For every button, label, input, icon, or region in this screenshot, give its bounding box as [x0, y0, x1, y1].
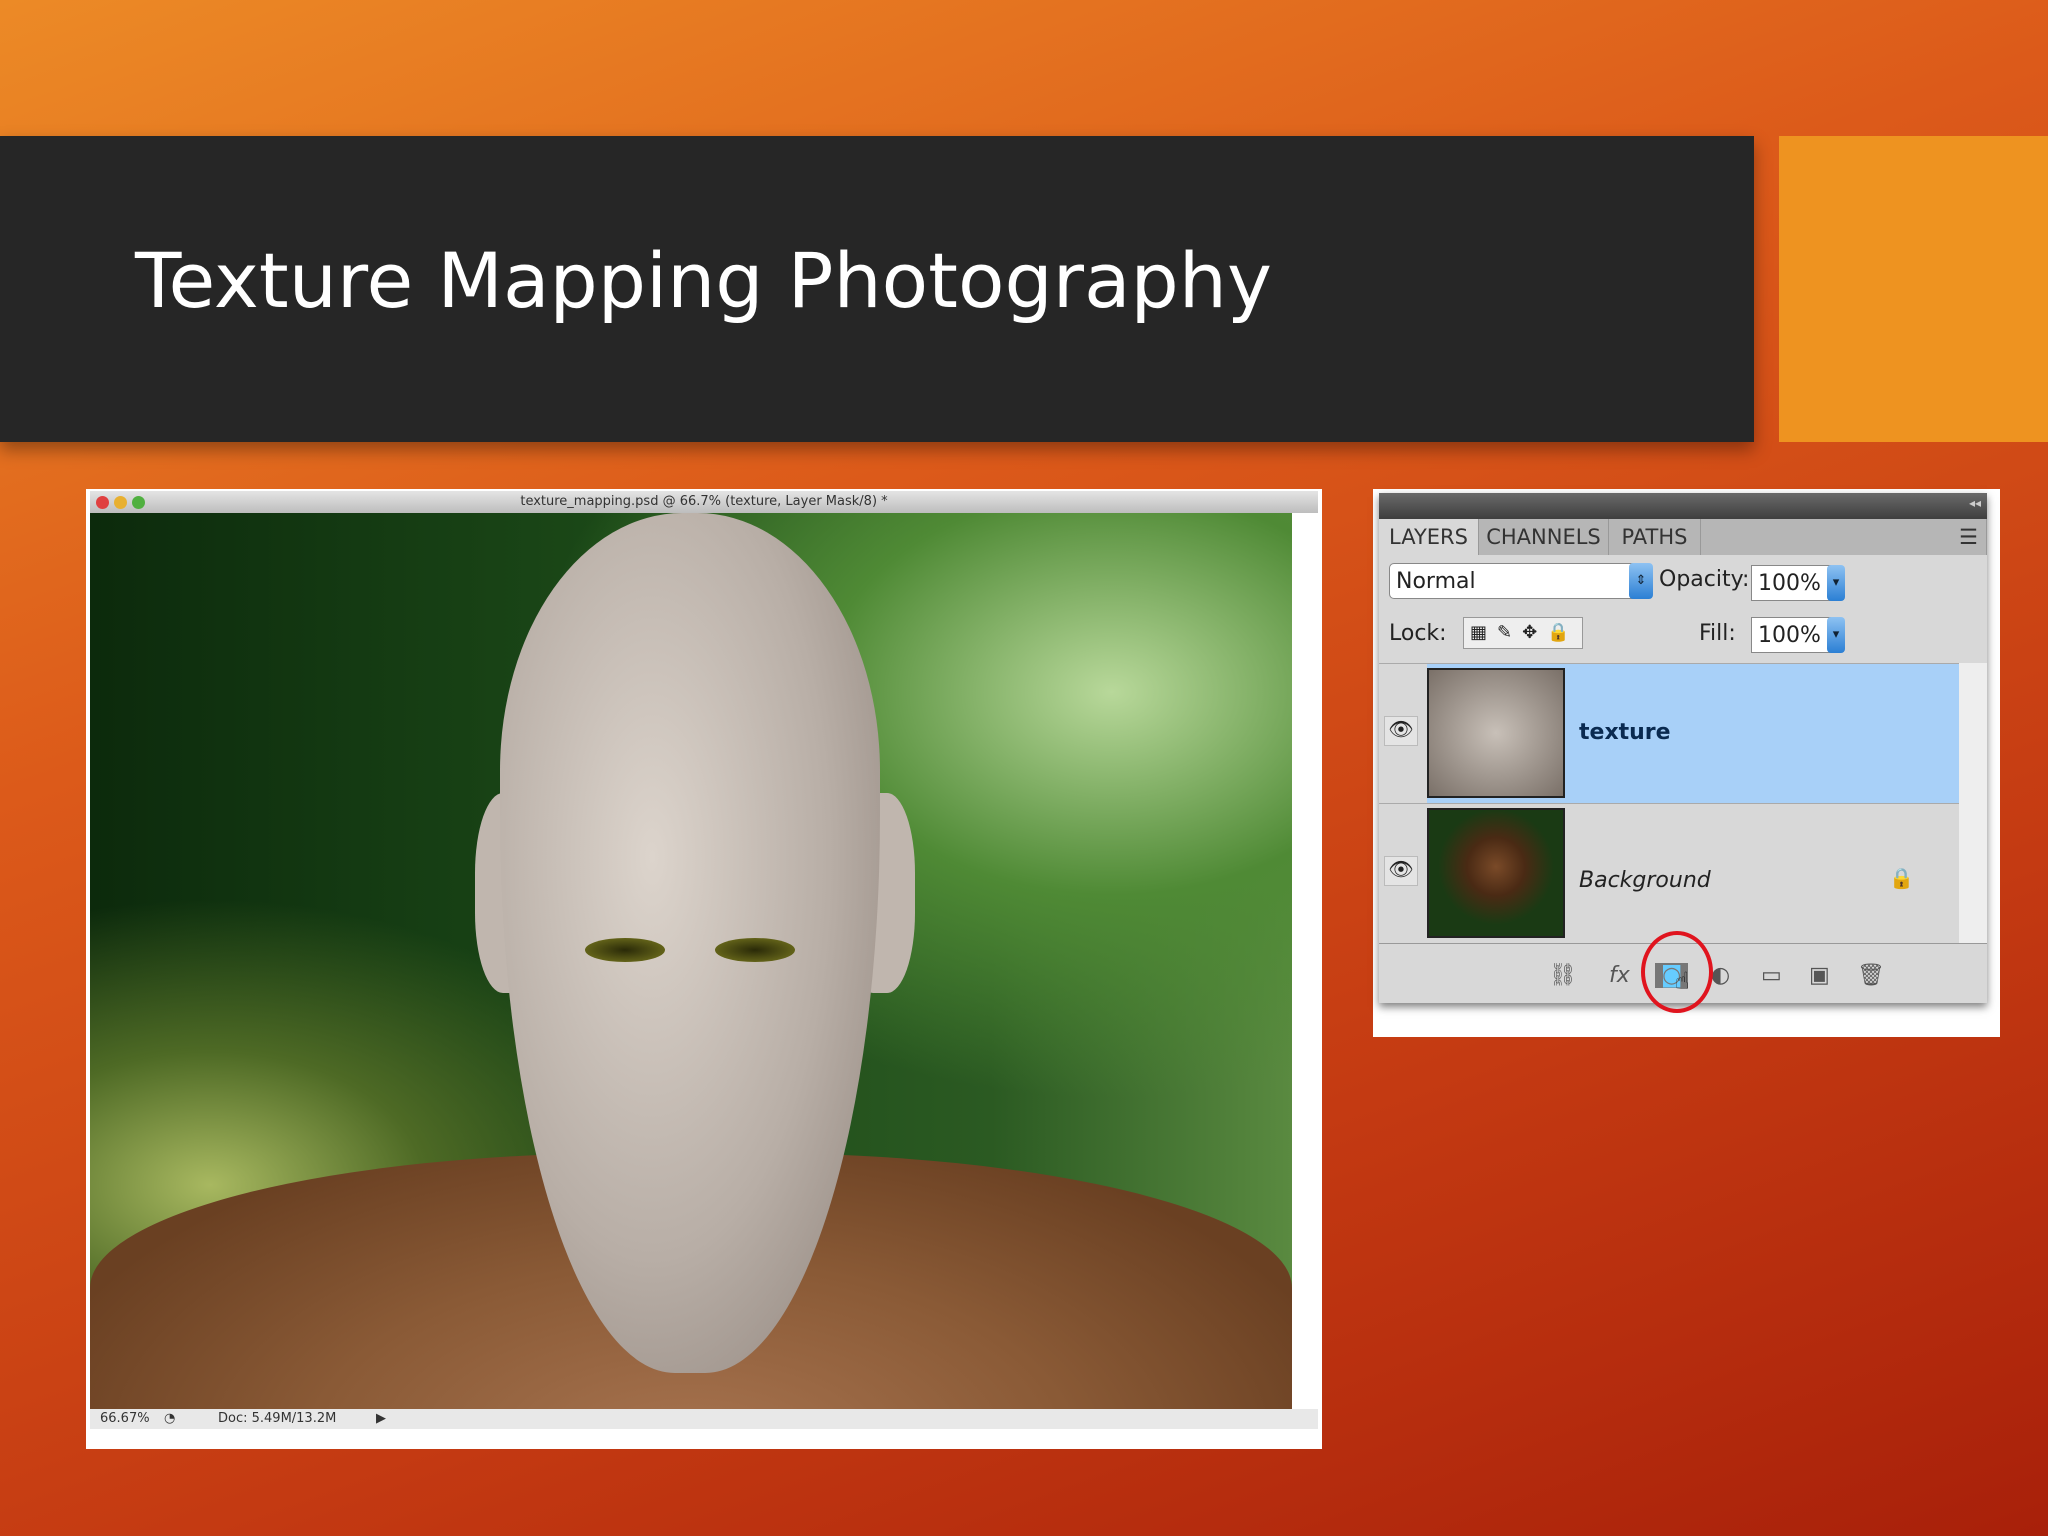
left-eye [585, 938, 665, 962]
tab-channels[interactable]: CHANNELS [1479, 519, 1609, 555]
scrollbar[interactable] [1959, 663, 1987, 943]
right-eye [715, 938, 795, 962]
opacity-field[interactable]: 100% [1751, 565, 1831, 601]
status-icon: ◔ [164, 1411, 176, 1426]
status-menu-arrow-icon[interactable]: ▶ [376, 1409, 386, 1429]
fill-arrow-icon[interactable]: ▾ [1827, 617, 1845, 653]
panel-menu-icon[interactable]: ☰ [1701, 519, 1987, 555]
texture-thumbnail [1427, 668, 1565, 798]
minimize-button[interactable] [114, 496, 127, 509]
layers-panel: ◂◂ LAYERS CHANNELS PATHS ☰ Normal ⇕ Opac… [1373, 489, 2000, 1037]
lock-label: Lock: [1389, 621, 1447, 646]
visibility-eye-icon[interactable]: 👁 [1384, 716, 1418, 746]
document-canvas[interactable] [90, 513, 1292, 1409]
close-button[interactable] [96, 496, 109, 509]
blend-mode-arrow-icon[interactable]: ⇕ [1629, 563, 1653, 599]
layer-name[interactable]: Background [1579, 868, 1711, 893]
photoshop-window: texture_mapping.psd @ 66.7% (texture, La… [86, 489, 1322, 1449]
layer-name[interactable]: texture [1579, 720, 1671, 745]
status-bar: 66.67% ◔ Doc: 5.49M/13.2M ▶ [90, 1409, 1318, 1429]
doc-size: Doc: 5.49M/13.2M [218, 1411, 337, 1426]
zoom-level[interactable]: 66.67% [100, 1409, 150, 1429]
link-layers-icon[interactable]: ⛓ [1549, 963, 1577, 988]
hand-cursor-icon: ☝ [1675, 967, 1690, 995]
panel-header: ◂◂ [1379, 493, 1987, 519]
new-layer-icon[interactable]: ▣ [1809, 963, 1830, 988]
background-thumbnail [1427, 808, 1565, 938]
tab-layers[interactable]: LAYERS [1379, 519, 1479, 555]
tab-paths[interactable]: PATHS [1609, 519, 1701, 555]
adjustment-layer-icon[interactable]: ◐ [1711, 963, 1730, 988]
opacity-arrow-icon[interactable]: ▾ [1827, 565, 1845, 601]
accent-square [1779, 136, 2048, 442]
fill-label: Fill: [1699, 621, 1736, 646]
fx-icon[interactable]: fx [1609, 963, 1630, 988]
lock-icons[interactable]: ▦✎✥🔒 [1463, 617, 1583, 649]
slide-title: Texture Mapping Photography [135, 236, 1272, 325]
layer-row-texture[interactable]: 👁 texture [1379, 663, 1959, 804]
delete-layer-icon[interactable]: 🗑 [1857, 963, 1885, 988]
collapse-icon[interactable]: ◂◂ [1969, 496, 1981, 510]
fill-field[interactable]: 100% [1751, 617, 1831, 653]
lock-icon: 🔒 [1889, 866, 1914, 890]
zoom-button[interactable] [132, 496, 145, 509]
document-title: texture_mapping.psd @ 66.7% (texture, La… [520, 494, 888, 509]
blend-mode-select[interactable]: Normal [1389, 563, 1649, 599]
opacity-label: Opacity: [1659, 567, 1750, 592]
visibility-eye-icon[interactable]: 👁 [1384, 856, 1418, 886]
layer-row-background[interactable]: 👁 Background 🔒 [1379, 803, 1959, 943]
window-titlebar: texture_mapping.psd @ 66.7% (texture, La… [90, 491, 1318, 513]
new-group-icon[interactable]: ▭ [1761, 963, 1782, 988]
